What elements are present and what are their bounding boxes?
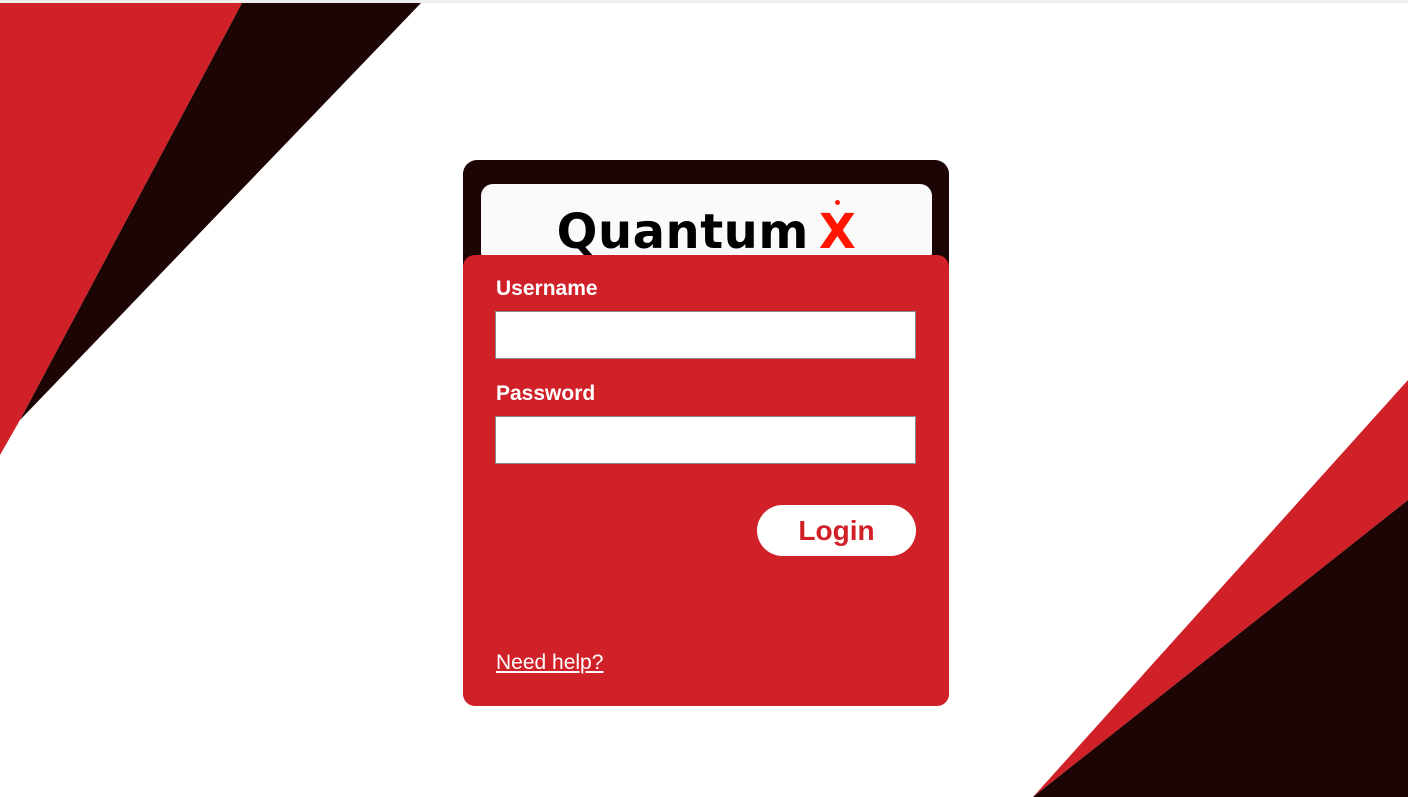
username-label: Username xyxy=(496,277,598,300)
brand-mark-letter: X xyxy=(818,204,857,260)
brand-mark: X xyxy=(819,200,857,256)
brand-mark-dot xyxy=(834,200,840,205)
username-input[interactable] xyxy=(495,311,916,359)
login-page: Quantum X Username Password Login Need he… xyxy=(0,0,1408,797)
logo-box: Quantum X xyxy=(481,184,932,264)
login-card: Quantum X Username Password Login Need he… xyxy=(463,160,949,706)
password-input[interactable] xyxy=(495,416,916,464)
brand-name: Quantum xyxy=(556,204,809,260)
need-help-link[interactable]: Need help? xyxy=(496,651,603,675)
brand-logo: Quantum X xyxy=(557,200,857,256)
top-left-red-stripe xyxy=(0,3,242,455)
login-button[interactable]: Login xyxy=(757,505,916,556)
login-form: Username Password Login Need help? xyxy=(463,255,949,706)
password-label: Password xyxy=(496,382,596,405)
